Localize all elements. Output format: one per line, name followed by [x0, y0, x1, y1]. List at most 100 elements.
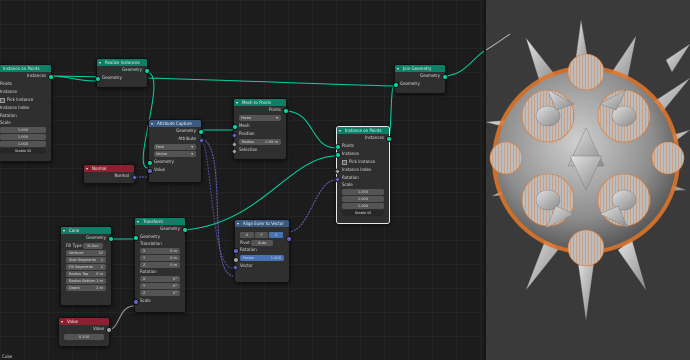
- node-links: [49, 49, 486, 331]
- collapse-icon[interactable]: ▾: [99, 59, 101, 66]
- node-header: ▾ Normal: [84, 165, 134, 172]
- input-rotation: Rotation: [0, 113, 17, 118]
- node-normal[interactable]: ▾ Normal Normal: [83, 164, 138, 184]
- collapse-icon[interactable]: ▾: [339, 127, 341, 134]
- socket[interactable]: [146, 168, 153, 174]
- node-align-euler-to-vector[interactable]: ▾ Align Euler to Vector X Y Z Pivot Auto …: [231, 219, 292, 283]
- checkbox-icon[interactable]: [342, 159, 347, 165]
- node-header: ▾ Realize Instances: [97, 59, 147, 66]
- node-title: Value: [67, 319, 78, 324]
- scale-z-field[interactable]: 1.000: [342, 203, 384, 209]
- link-normal-extra: [199, 138, 234, 269]
- type-dropdown[interactable]: Vector ▾: [154, 151, 196, 157]
- output-normal: Normal: [84, 172, 138, 181]
- value-field[interactable]: 0.100: [64, 334, 104, 340]
- translation-z-field[interactable]: Z0 m: [140, 262, 180, 268]
- socket[interactable]: [282, 108, 289, 114]
- output-value: Value: [59, 325, 112, 333]
- node-header: ▾ Join Geometry: [395, 65, 445, 72]
- collapse-icon[interactable]: ▾: [61, 318, 63, 325]
- input-geometry: Geometry: [392, 80, 445, 88]
- link-join-output: [443, 49, 486, 77]
- scale-y-field[interactable]: 1.000: [0, 134, 46, 140]
- translation-x-field[interactable]: X0 m: [140, 248, 180, 254]
- node-title: Transform: [143, 219, 163, 224]
- radius-top-field[interactable]: Radius Top 0 m: [66, 271, 106, 277]
- node-title: Instance on Points: [345, 128, 382, 133]
- rotation-x-field[interactable]: X 0°: [140, 276, 180, 282]
- collapse-icon[interactable]: ▾: [397, 65, 399, 72]
- node-attribute-capture[interactable]: ▾ Attribute Capture Geometry Attribute Fa…: [146, 119, 205, 183]
- translation-label: Translation: [140, 241, 162, 246]
- radius-bottom-field[interactable]: Radius Bottom 1 m: [66, 278, 106, 284]
- checkbox-icon[interactable]: [0, 97, 5, 103]
- fill-segments-field[interactable]: Fill Segments 1: [66, 264, 106, 270]
- node-transform[interactable]: ▾ Transform Geometry Geometry Translation…: [132, 217, 188, 313]
- input-scale: Scale: [0, 120, 11, 125]
- collapse-icon[interactable]: ▾: [151, 120, 153, 127]
- input-geometry: Geometry: [94, 74, 147, 82]
- input-mesh: Mesh: [231, 122, 286, 130]
- socket[interactable]: [232, 248, 239, 254]
- collapse-icon[interactable]: ▾: [237, 220, 239, 227]
- mode-dropdown[interactable]: Faces ▾: [239, 115, 281, 121]
- depth-field[interactable]: Depth 2 m: [66, 285, 106, 291]
- 3d-viewport[interactable]: [486, 0, 690, 360]
- output-attribute: Attribute: [149, 135, 205, 144]
- node-instance-on-points-left[interactable]: ▾Instance on Points Instances Points Ins…: [0, 64, 54, 162]
- node-mesh-to-points[interactable]: ▾ Mesh to Points Points Faces ▾ Mesh Posit…: [230, 98, 289, 160]
- axis-selector[interactable]: X Y Z: [240, 232, 284, 238]
- collapse-icon[interactable]: ▾: [63, 227, 65, 234]
- input-points: Points: [334, 142, 389, 150]
- axis-x-button[interactable]: X: [240, 232, 254, 238]
- link-rotation-instance: [287, 179, 337, 233]
- collapse-icon[interactable]: ▾: [86, 165, 88, 172]
- pick-instance-checkbox[interactable]: Pick Instance: [337, 158, 389, 166]
- socket[interactable]: [132, 299, 139, 305]
- output-geometry: Geometry: [395, 72, 448, 80]
- scale-x-field[interactable]: 1.000: [0, 127, 46, 133]
- input-rotation: Rotation: [232, 246, 289, 254]
- scale-z-field[interactable]: 1.000: [0, 141, 46, 147]
- node-title: Realize Instances: [105, 60, 140, 65]
- stable-id-field[interactable]: Stable ID: [342, 210, 384, 216]
- node-value[interactable]: ▾ Value Value 0.100: [58, 317, 112, 347]
- socket[interactable]: [94, 76, 101, 82]
- scale-y-field[interactable]: 1.000: [342, 196, 384, 202]
- scale-x-field[interactable]: 1.000: [342, 189, 384, 195]
- node-realize-instances[interactable]: ▾ Realize Instances Geometry Geometry: [94, 58, 150, 88]
- collapse-icon[interactable]: ▾: [236, 99, 238, 106]
- axis-y-button[interactable]: Y: [254, 232, 269, 238]
- pivot-row: Pivot Auto: [235, 239, 289, 246]
- output-points: Points: [234, 106, 289, 114]
- axis-z-button[interactable]: Z: [269, 232, 284, 238]
- node-editor[interactable]: ▾ Instance on Points Instances Points Ins…: [0, 0, 486, 360]
- node-instance-on-points-right[interactable]: ▾ Instance on Points Instances Points Ins…: [333, 126, 392, 224]
- spike: [577, 261, 595, 321]
- node-join-geometry[interactable]: ▾ Join Geometry Geometry Geometry: [392, 64, 448, 94]
- node-cone[interactable]: ▾ Cone Geometry Fill Type N-Gon Vertices 3…: [60, 226, 114, 306]
- socket[interactable]: [392, 82, 399, 88]
- fill-type-dropdown[interactable]: N-Gon: [83, 243, 104, 249]
- input-selection: Selection: [230, 146, 286, 155]
- vertices-field[interactable]: Vertices 32: [66, 250, 106, 256]
- input-geometry: Geometry: [146, 158, 201, 166]
- domain-dropdown[interactable]: Face ▾: [154, 144, 196, 150]
- node-header: ▾ Instance on Points: [337, 127, 389, 134]
- radius-field[interactable]: Radius 0.05 m: [230, 139, 281, 148]
- socket[interactable]: [105, 327, 112, 333]
- output-geometry: Geometry: [61, 234, 114, 242]
- stable-id-field[interactable]: Stable ID: [0, 148, 46, 154]
- factor-field[interactable]: Factor 1.000: [233, 255, 284, 263]
- pick-instance-checkbox[interactable]: Pick Instance: [0, 96, 51, 104]
- side-segments-field[interactable]: Side Segments 1: [66, 257, 106, 263]
- node-title: Attribute Capture: [157, 121, 192, 126]
- rotation-z-field[interactable]: Z 0°: [140, 290, 180, 296]
- rotation-y-field[interactable]: Y 0°: [140, 283, 180, 289]
- translation-y-field[interactable]: Y0 m: [140, 255, 180, 261]
- rotation-label: Rotation: [140, 269, 157, 274]
- node-header: ▾ Cone: [61, 227, 111, 234]
- wire-fragment: [486, 33, 511, 51]
- collapse-icon[interactable]: ▾: [137, 218, 139, 225]
- rosette: [651, 141, 685, 175]
